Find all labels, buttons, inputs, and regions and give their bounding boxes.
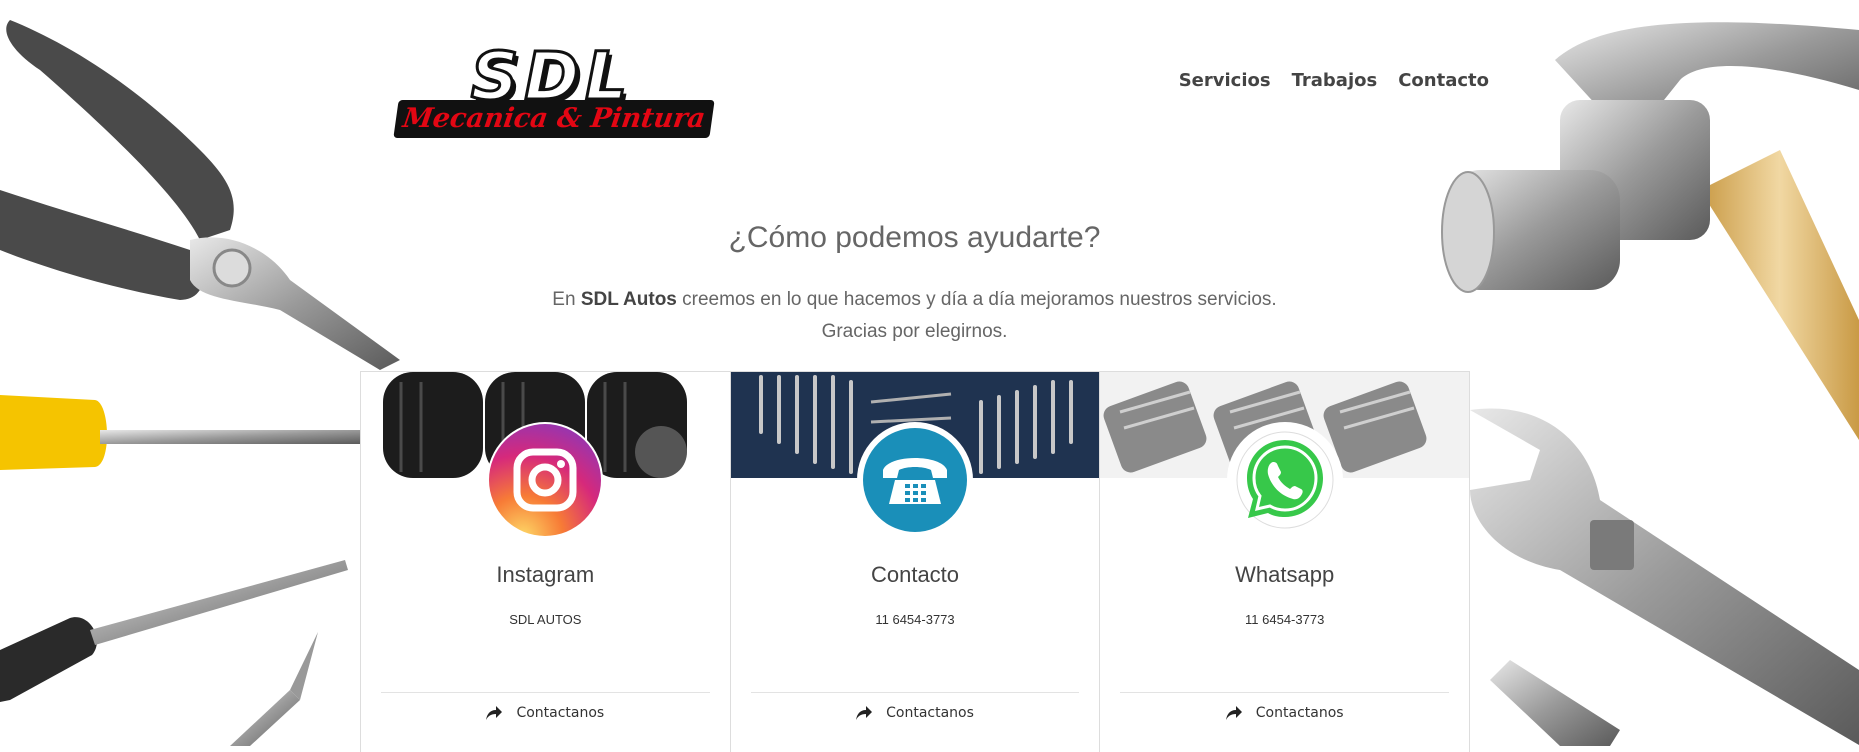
card-title: Whatsapp [1235, 562, 1335, 587]
instagram-icon[interactable] [487, 422, 604, 538]
nav-item-servicios[interactable]: Servicios [1179, 70, 1271, 91]
section-intro: En SDL Autos creemos en lo que hacemos y… [0, 284, 1829, 348]
logo-subtitle: Mecanica & Pintura [393, 100, 715, 138]
card-title: Contacto [870, 562, 960, 587]
awl-image [230, 632, 318, 746]
brand-logo[interactable]: SDL Mecanica & Pintura [388, 37, 718, 146]
card-action-label: Contactanos [516, 705, 605, 721]
contact-cards: Instagram SDL AUTOS Contactanos Contacto… [360, 371, 1470, 752]
intro-line-1: En SDL Autos creemos en lo que hacemos y… [0, 284, 1829, 316]
intro-line-2: Gracias por elegirnos. [821, 321, 1008, 342]
nav-item-contacto[interactable]: Contacto [1398, 70, 1489, 91]
intro-suffix: creemos en lo que hacemos y día a día me… [676, 289, 1277, 310]
card-instagram: Instagram SDL AUTOS Contactanos [361, 372, 730, 752]
intro-brand: SDL Autos [580, 289, 677, 310]
nav-item-trabajos[interactable]: Trabajos [1292, 70, 1378, 91]
contactanos-button[interactable]: Contactanos [361, 705, 730, 721]
card-text: SDL AUTOS [509, 612, 582, 627]
yellow-screwdriver-image [0, 395, 362, 470]
whatsapp-icon[interactable] [1226, 422, 1343, 538]
card-text: 11 6454-3773 [1245, 612, 1325, 627]
card-title: Instagram [496, 562, 595, 587]
contactanos-button[interactable]: Contactanos [731, 705, 1100, 721]
share-arrow-icon [856, 706, 873, 720]
card-divider [381, 692, 710, 693]
share-arrow-icon [486, 706, 503, 720]
card-action-label: Contactanos [886, 705, 974, 721]
card-action-label: Contactanos [1255, 705, 1344, 721]
card-text: 11 6454-3773 [875, 612, 955, 627]
card-divider [1120, 692, 1450, 693]
share-arrow-icon [1225, 706, 1242, 720]
bolt-image [1490, 660, 1620, 746]
contactanos-button[interactable]: Contactanos [1100, 705, 1469, 721]
card-whatsapp: Whatsapp 11 6454-3773 Contactanos [1099, 372, 1470, 752]
card-contacto: Contacto 11 6454-3773 Contactanos [729, 372, 1100, 752]
telephone-icon[interactable] [857, 422, 973, 538]
section-heading: ¿Cómo podemos ayudarte? [728, 221, 1101, 254]
main-nav: Servicios Trabajos Contacto [1179, 70, 1489, 91]
card-divider [750, 692, 1080, 693]
intro-prefix: En [552, 289, 581, 310]
